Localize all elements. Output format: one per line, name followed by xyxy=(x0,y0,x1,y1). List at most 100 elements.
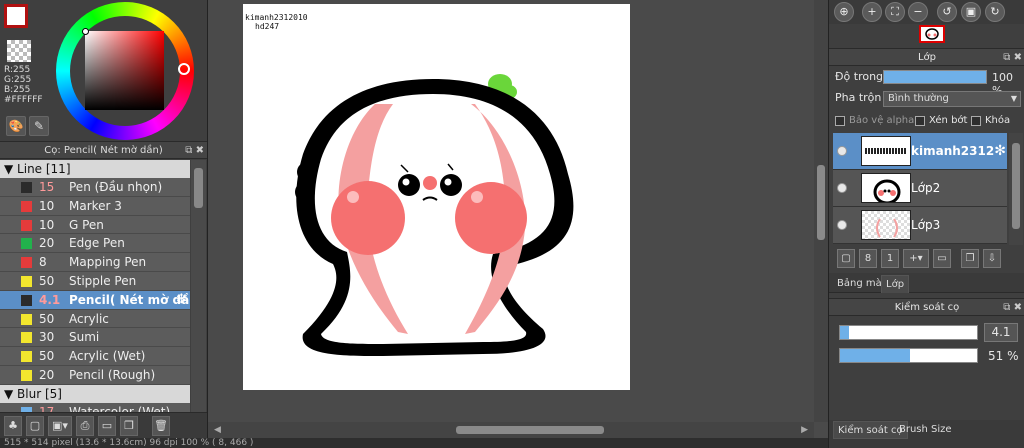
popout-icon[interactable]: ⧉ xyxy=(1003,52,1010,63)
layer-name: Lớp3 xyxy=(911,218,941,232)
brush-item[interactable]: 10 G Pen xyxy=(0,215,190,235)
zoom-in-icon[interactable]: + xyxy=(862,2,882,22)
brush-color-chip xyxy=(21,294,32,306)
layer-name: kimanh2312 xyxy=(911,144,995,158)
brush-name: Pencil( Nét mờ dầ xyxy=(69,292,190,307)
brush-item[interactable]: 50 Acrylic xyxy=(0,309,190,329)
protect-alpha-label: Bảo vệ alpha xyxy=(849,115,915,126)
saturation-value-box[interactable] xyxy=(85,31,164,110)
folder-icon[interactable]: ▭ xyxy=(98,416,116,436)
tab-layer[interactable]: Lớp xyxy=(881,275,910,293)
brush-item[interactable]: 10 Marker 3 xyxy=(0,196,190,216)
brush-size: 20 xyxy=(39,367,55,382)
opacity-label: Độ trong xyxy=(835,70,884,83)
foreground-color-swatch[interactable] xyxy=(4,4,28,28)
transparent-color-swatch[interactable] xyxy=(7,40,31,62)
brush-size: 15 xyxy=(39,180,55,194)
scroll-thumb[interactable] xyxy=(817,165,825,240)
scroll-left-icon[interactable]: ◀ xyxy=(214,425,221,435)
visibility-toggle[interactable] xyxy=(837,220,847,230)
layer-list-scrollbar[interactable] xyxy=(1009,133,1023,245)
brush-name: Acrylic xyxy=(69,311,109,326)
brush-item[interactable]: 20 Edge Pen xyxy=(0,234,190,254)
layer-list: kimanh2312 ✻ Lớp2 Lớp3 xyxy=(833,133,1007,245)
close-icon[interactable]: ✖ xyxy=(196,145,204,156)
brush-opacity-slider[interactable] xyxy=(839,348,978,363)
layer-row[interactable]: Lớp3 xyxy=(833,207,1007,244)
brush-item[interactable]: 17 Watercolor (Wet) xyxy=(0,402,190,412)
brush-type-dropdown-icon[interactable]: ▣▾ xyxy=(48,416,72,436)
visibility-toggle[interactable] xyxy=(837,183,847,193)
new-layer-1bit-icon[interactable]: 1 xyxy=(881,249,899,268)
rotate-right-icon[interactable]: ↻ xyxy=(985,2,1005,22)
green-value: G:255 xyxy=(4,75,32,85)
canvas-vertical-scrollbar[interactable] xyxy=(814,0,828,422)
hue-marker[interactable] xyxy=(178,63,190,75)
brush-list-scrollbar[interactable] xyxy=(191,160,206,412)
color-picker-palette-icon[interactable]: ✎ xyxy=(29,116,49,136)
brush-item[interactable]: 50 Stipple Pen xyxy=(0,271,190,291)
new-brush-icon[interactable]: ▢ xyxy=(26,416,44,436)
new-layer-8bit-icon[interactable]: 8 xyxy=(859,249,877,268)
fit-window-icon[interactable]: ⛶ xyxy=(885,2,905,22)
layer-row-selected[interactable]: kimanh2312 ✻ xyxy=(833,133,1007,170)
brush-size-slider[interactable] xyxy=(839,325,978,340)
layer-row[interactable]: Lớp2 xyxy=(833,170,1007,207)
tab-brush-size[interactable]: Brush Size xyxy=(895,421,956,439)
brush-item[interactable]: 20 Pencil (Rough) xyxy=(0,365,190,385)
brush-group-line[interactable]: ▼ Line [11] xyxy=(0,160,190,178)
import-brush-icon[interactable]: ⎙ xyxy=(76,416,94,436)
canvas-horizontal-scrollbar[interactable]: ◀ ▶ xyxy=(208,422,814,438)
add-layer-dropdown-icon[interactable]: +▾ xyxy=(903,249,929,268)
duplicate-icon[interactable]: ❐ xyxy=(120,416,138,436)
brush-color-chip xyxy=(21,369,32,381)
close-icon[interactable]: ✖ xyxy=(1014,52,1022,63)
fullscreen-icon[interactable]: ▣ xyxy=(961,2,981,22)
rgb-readout: R:255 G:255 B:255 #FFFFFF xyxy=(4,65,43,105)
scroll-thumb[interactable] xyxy=(1012,143,1020,229)
delete-icon[interactable]: 🗑 xyxy=(152,416,170,436)
close-icon[interactable]: ✖ xyxy=(1014,302,1022,313)
character-thumbnail xyxy=(873,179,901,202)
brush-size-value[interactable]: 4.1 xyxy=(984,323,1018,342)
rotate-left-icon[interactable]: ↺ xyxy=(937,2,957,22)
folder-icon[interactable]: ▭ xyxy=(933,249,951,268)
brush-item[interactable]: 8 Mapping Pen xyxy=(0,253,190,272)
layer-panel-header: Lớp ⧉ ✖ xyxy=(829,48,1024,66)
merge-layer-icon[interactable]: ⇩ xyxy=(983,249,1001,268)
popout-icon[interactable]: ⧉ xyxy=(1003,302,1010,313)
new-layer-icon[interactable]: ▢ xyxy=(837,249,855,268)
scroll-right-icon[interactable]: ▶ xyxy=(801,425,808,435)
layer-opacity-slider[interactable] xyxy=(883,70,987,84)
gear-icon[interactable]: ✻ xyxy=(994,143,1006,159)
brush-control-header: Kiểm soát cọ ⧉ ✖ xyxy=(829,298,1024,316)
brush-item[interactable]: 50 Acrylic (Wet) xyxy=(0,347,190,366)
brush-item-selected[interactable]: 4.1 Pencil( Nét mờ dầ ✻ xyxy=(0,290,190,310)
brush-item[interactable]: 15 Pen (Đầu nhọn) xyxy=(0,178,190,197)
scroll-thumb[interactable] xyxy=(194,168,203,208)
add-brush-icon[interactable]: ♣ xyxy=(4,416,22,436)
palette-icon[interactable]: 🎨 xyxy=(6,116,26,136)
clipping-checkbox[interactable] xyxy=(915,116,925,126)
sv-marker[interactable] xyxy=(82,28,89,35)
canvas-area[interactable]: kimanh2312010 hd247 ◀ ▶ xyxy=(208,0,828,438)
brush-name: Edge Pen xyxy=(69,236,125,251)
navigator-preview[interactable] xyxy=(919,25,945,43)
brush-item[interactable]: 30 Sumi xyxy=(0,328,190,348)
blend-mode-select[interactable]: Bình thường ▼ xyxy=(883,91,1021,107)
drawing-canvas[interactable]: kimanh2312010 hd247 xyxy=(243,4,630,390)
protect-alpha-checkbox[interactable] xyxy=(835,116,845,126)
popout-icon[interactable]: ⧉ xyxy=(185,145,192,156)
duplicate-layer-icon[interactable]: ❐ xyxy=(961,249,979,268)
brush-size: 50 xyxy=(39,349,55,364)
zoom-fit-icon[interactable]: ⊕ xyxy=(834,2,854,22)
color-wheel[interactable] xyxy=(56,2,194,140)
brush-name: G Pen xyxy=(69,217,104,232)
visibility-toggle[interactable] xyxy=(837,146,847,156)
brush-settings-gear-icon[interactable]: ✻ xyxy=(176,291,187,310)
clipping-label: Xén bớt xyxy=(929,115,968,126)
zoom-out-icon[interactable]: − xyxy=(908,2,928,22)
scroll-thumb[interactable] xyxy=(456,426,604,434)
lock-checkbox[interactable] xyxy=(971,116,981,126)
brush-group-blur[interactable]: ▼ Blur [5] xyxy=(0,384,190,403)
